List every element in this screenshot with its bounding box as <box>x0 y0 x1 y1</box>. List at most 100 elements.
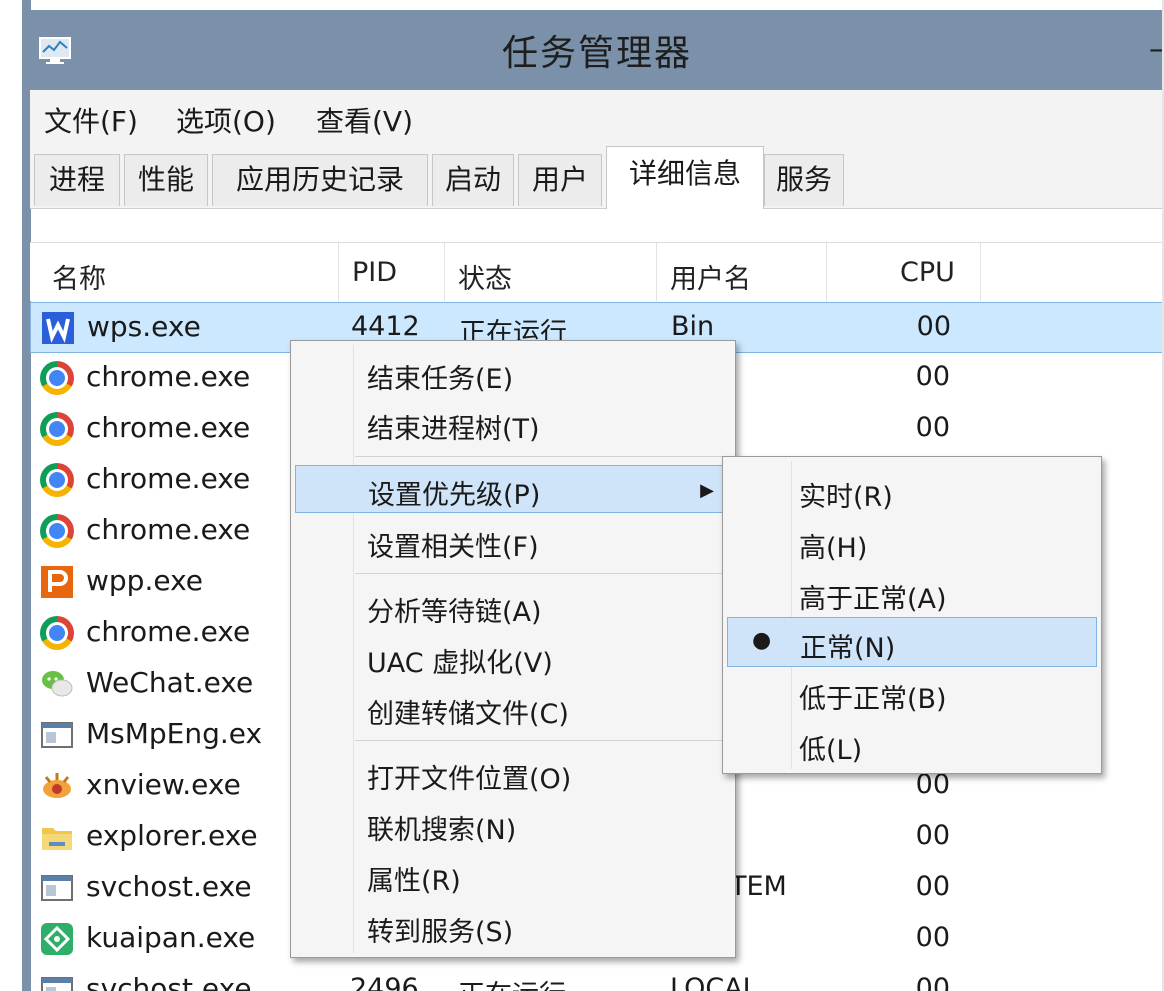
tab-performance[interactable]: 性能 <box>124 154 208 206</box>
menu-item-label: 属性(R) <box>367 866 461 897</box>
process-cpu: 00 <box>915 922 950 953</box>
process-name: MsMpEng.ex <box>86 717 263 750</box>
menu-item-label: 高于正常(A) <box>799 584 947 615</box>
menu-separator <box>355 573 731 574</box>
process-name: wpp.exe <box>86 564 204 597</box>
wps-icon <box>42 312 74 344</box>
tab-processes[interactable]: 进程 <box>34 154 120 206</box>
menu-item-label: 正常(N) <box>800 633 896 664</box>
menu-item-label: 低(L) <box>799 735 863 766</box>
menu-item-end-process-tree[interactable]: 结束进程树(T) <box>291 399 735 449</box>
column-cpu[interactable]: CPU <box>900 257 955 288</box>
process-name: chrome.exe <box>86 360 251 393</box>
task-manager-window: 任务管理器 – 文件(F) 选项(O) 查看(V) 进程 性能 应用历史记录 启… <box>0 0 1164 991</box>
kuaipan-icon <box>41 923 73 955</box>
process-name: WeChat.exe <box>86 666 254 699</box>
process-status: 正在运行 <box>458 973 566 991</box>
process-cpu: 00 <box>915 973 950 991</box>
column-divider[interactable] <box>826 243 827 301</box>
menu-item-create-dump[interactable]: 创建转储文件(C) <box>291 684 735 734</box>
explorer-icon <box>42 828 72 850</box>
column-status[interactable]: 状态 <box>458 257 512 296</box>
column-divider[interactable] <box>656 243 657 301</box>
process-cpu: 00 <box>915 412 950 443</box>
process-name: xnview.exe <box>86 768 241 801</box>
menu-item-label: 实时(R) <box>799 482 893 513</box>
process-user: Bin <box>671 311 715 342</box>
column-header-row: 名称 PID 状态 用户名 CPU <box>30 242 1164 301</box>
table-row[interactable]: svchost.exe 2496 正在运行 LOCAL 00 <box>30 965 1164 991</box>
tab-services[interactable]: 服务 <box>764 154 844 206</box>
process-user: TEM <box>730 871 787 902</box>
chrome-icon <box>40 361 74 395</box>
menu-item-label: 联机搜索(N) <box>367 815 517 846</box>
column-divider[interactable] <box>338 243 339 301</box>
tab-users[interactable]: 用户 <box>518 154 602 206</box>
menu-item-label: UAC 虚拟化(V) <box>367 648 553 679</box>
process-name: chrome.exe <box>86 411 251 444</box>
menu-item-label: 结束任务(E) <box>367 364 514 395</box>
context-menu: 结束任务(E) 结束进程树(T) 设置优先级(P) ▶ 设置相关性(F) 分析等… <box>290 340 736 958</box>
chrome-icon <box>40 412 74 446</box>
title-bar[interactable]: 任务管理器 – <box>22 10 1164 90</box>
chrome-icon <box>40 463 74 497</box>
priority-normal[interactable]: ● 正常(N) <box>727 617 1097 667</box>
column-divider[interactable] <box>980 243 981 301</box>
column-divider[interactable] <box>444 243 445 301</box>
menu-item-label: 结束进程树(T) <box>367 414 540 445</box>
service-icon <box>41 875 73 901</box>
priority-above-normal[interactable]: 高于正常(A) <box>723 569 1101 619</box>
menu-item-open-file-location[interactable]: 打开文件位置(O) <box>291 749 735 799</box>
wechat-icon <box>42 671 73 697</box>
submenu-arrow-icon: ▶ <box>700 480 714 501</box>
process-name: explorer.exe <box>86 819 258 852</box>
menu-item-label: 打开文件位置(O) <box>367 764 572 795</box>
menu-options[interactable]: 选项(O) <box>176 100 276 140</box>
tab-details[interactable]: 详细信息 <box>606 146 764 209</box>
xnview-icon <box>43 773 71 798</box>
process-cpu: 00 <box>915 871 950 902</box>
service-icon <box>41 722 73 748</box>
process-pid: 2496 <box>350 973 419 991</box>
priority-realtime[interactable]: 实时(R) <box>723 467 1101 517</box>
menu-item-label: 创建转储文件(C) <box>367 699 569 730</box>
process-cpu: 00 <box>916 311 951 342</box>
column-name[interactable]: 名称 <box>52 257 106 296</box>
tab-startup[interactable]: 启动 <box>432 154 514 206</box>
window-title: 任务管理器 <box>501 33 692 74</box>
process-name: svchost.exe <box>86 870 252 903</box>
menu-item-analyze-wait-chain[interactable]: 分析等待链(A) <box>291 582 735 632</box>
menu-item-set-priority[interactable]: 设置优先级(P) ▶ <box>295 465 731 513</box>
priority-high[interactable]: 高(H) <box>723 518 1101 568</box>
column-user[interactable]: 用户名 <box>670 257 751 296</box>
menu-view[interactable]: 查看(V) <box>316 100 413 140</box>
process-cpu: 00 <box>915 361 950 392</box>
menu-item-go-to-services[interactable]: 转到服务(S) <box>291 902 735 952</box>
column-pid[interactable]: PID <box>352 257 397 288</box>
wpp-icon <box>41 566 73 598</box>
process-name: kuaipan.exe <box>86 921 256 954</box>
menu-item-end-task[interactable]: 结束任务(E) <box>291 349 735 399</box>
process-name: wps.exe <box>87 310 201 343</box>
priority-below-normal[interactable]: 低于正常(B) <box>723 669 1101 719</box>
menu-item-properties[interactable]: 属性(R) <box>291 851 735 901</box>
process-user: LOCAL <box>670 973 758 991</box>
menu-item-uac-virtualization[interactable]: UAC 虚拟化(V) <box>291 633 735 683</box>
process-name: svchost.exe <box>86 972 252 991</box>
chrome-icon <box>40 514 74 548</box>
tab-app-history[interactable]: 应用历史记录 <box>212 154 428 206</box>
process-name: chrome.exe <box>86 462 251 495</box>
menu-item-search-online[interactable]: 联机搜索(N) <box>291 800 735 850</box>
menu-file[interactable]: 文件(F) <box>44 100 138 140</box>
menu-item-label: 分析等待链(A) <box>367 597 542 628</box>
menu-separator <box>355 740 731 741</box>
tab-bar: 进程 性能 应用历史记录 启动 用户 详细信息 服务 <box>30 144 1164 209</box>
menu-item-set-affinity[interactable]: 设置相关性(F) <box>291 517 735 567</box>
process-name: chrome.exe <box>86 513 251 546</box>
priority-low[interactable]: 低(L) <box>723 720 1101 770</box>
menu-item-label: 转到服务(S) <box>367 917 514 948</box>
menu-separator <box>355 456 731 457</box>
menu-item-label: 低于正常(B) <box>799 684 947 715</box>
priority-submenu: 实时(R) 高(H) 高于正常(A) ● 正常(N) 低于正常(B) 低(L) <box>722 456 1102 774</box>
selected-bullet-icon: ● <box>752 628 772 653</box>
